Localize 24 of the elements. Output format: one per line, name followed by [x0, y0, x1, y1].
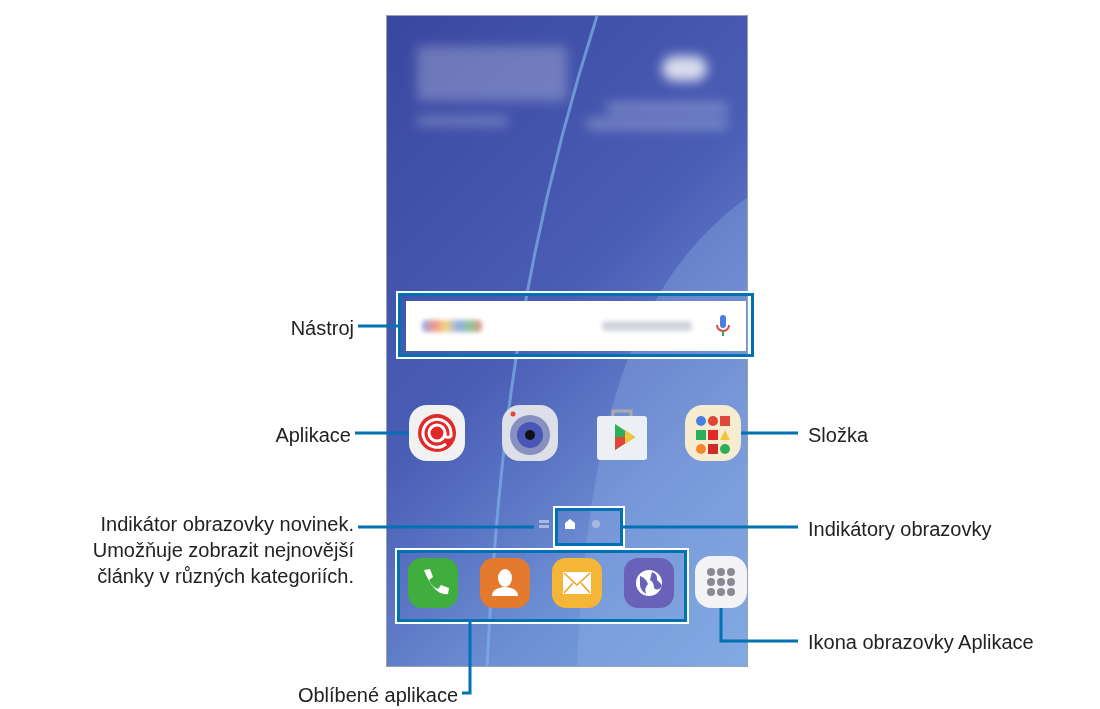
microphone-icon[interactable] — [716, 314, 730, 338]
highlight-frame — [555, 508, 623, 546]
folder-label: Složka — [808, 423, 869, 448]
envelope-app-icon[interactable] — [552, 558, 602, 608]
favorites-label: Oblíbené aplikace — [297, 683, 458, 708]
news-indicator-description: Indikátor obrazovky novinek. Umožňuje zobrazit nejnovější články v různých kategoriích. — [92, 512, 354, 589]
apps-screen-icon-label: Ikona obrazovky Aplikace — [808, 630, 1034, 655]
search-widget[interactable] — [406, 301, 746, 351]
person-app-icon[interactable] — [480, 558, 530, 608]
camera-app-icon[interactable] — [501, 404, 559, 462]
news-page-icon[interactable] — [538, 518, 550, 530]
page-dot-icon[interactable] — [590, 518, 602, 530]
globe-app-icon[interactable] — [624, 558, 674, 608]
app-grid-icon[interactable] — [695, 556, 747, 608]
screen-indicator-label: Indikátory obrazovky — [808, 517, 992, 542]
phone-app-icon[interactable] — [408, 558, 458, 608]
leader-line — [741, 431, 798, 435]
leader-line — [358, 324, 398, 328]
home-page-icon[interactable] — [564, 518, 576, 530]
leader-line — [355, 431, 409, 435]
widget-label: Nástroj — [290, 316, 354, 341]
folder-icon[interactable] — [684, 404, 742, 462]
app-label: Aplikace — [275, 423, 351, 448]
email-app-icon[interactable] — [408, 404, 466, 462]
